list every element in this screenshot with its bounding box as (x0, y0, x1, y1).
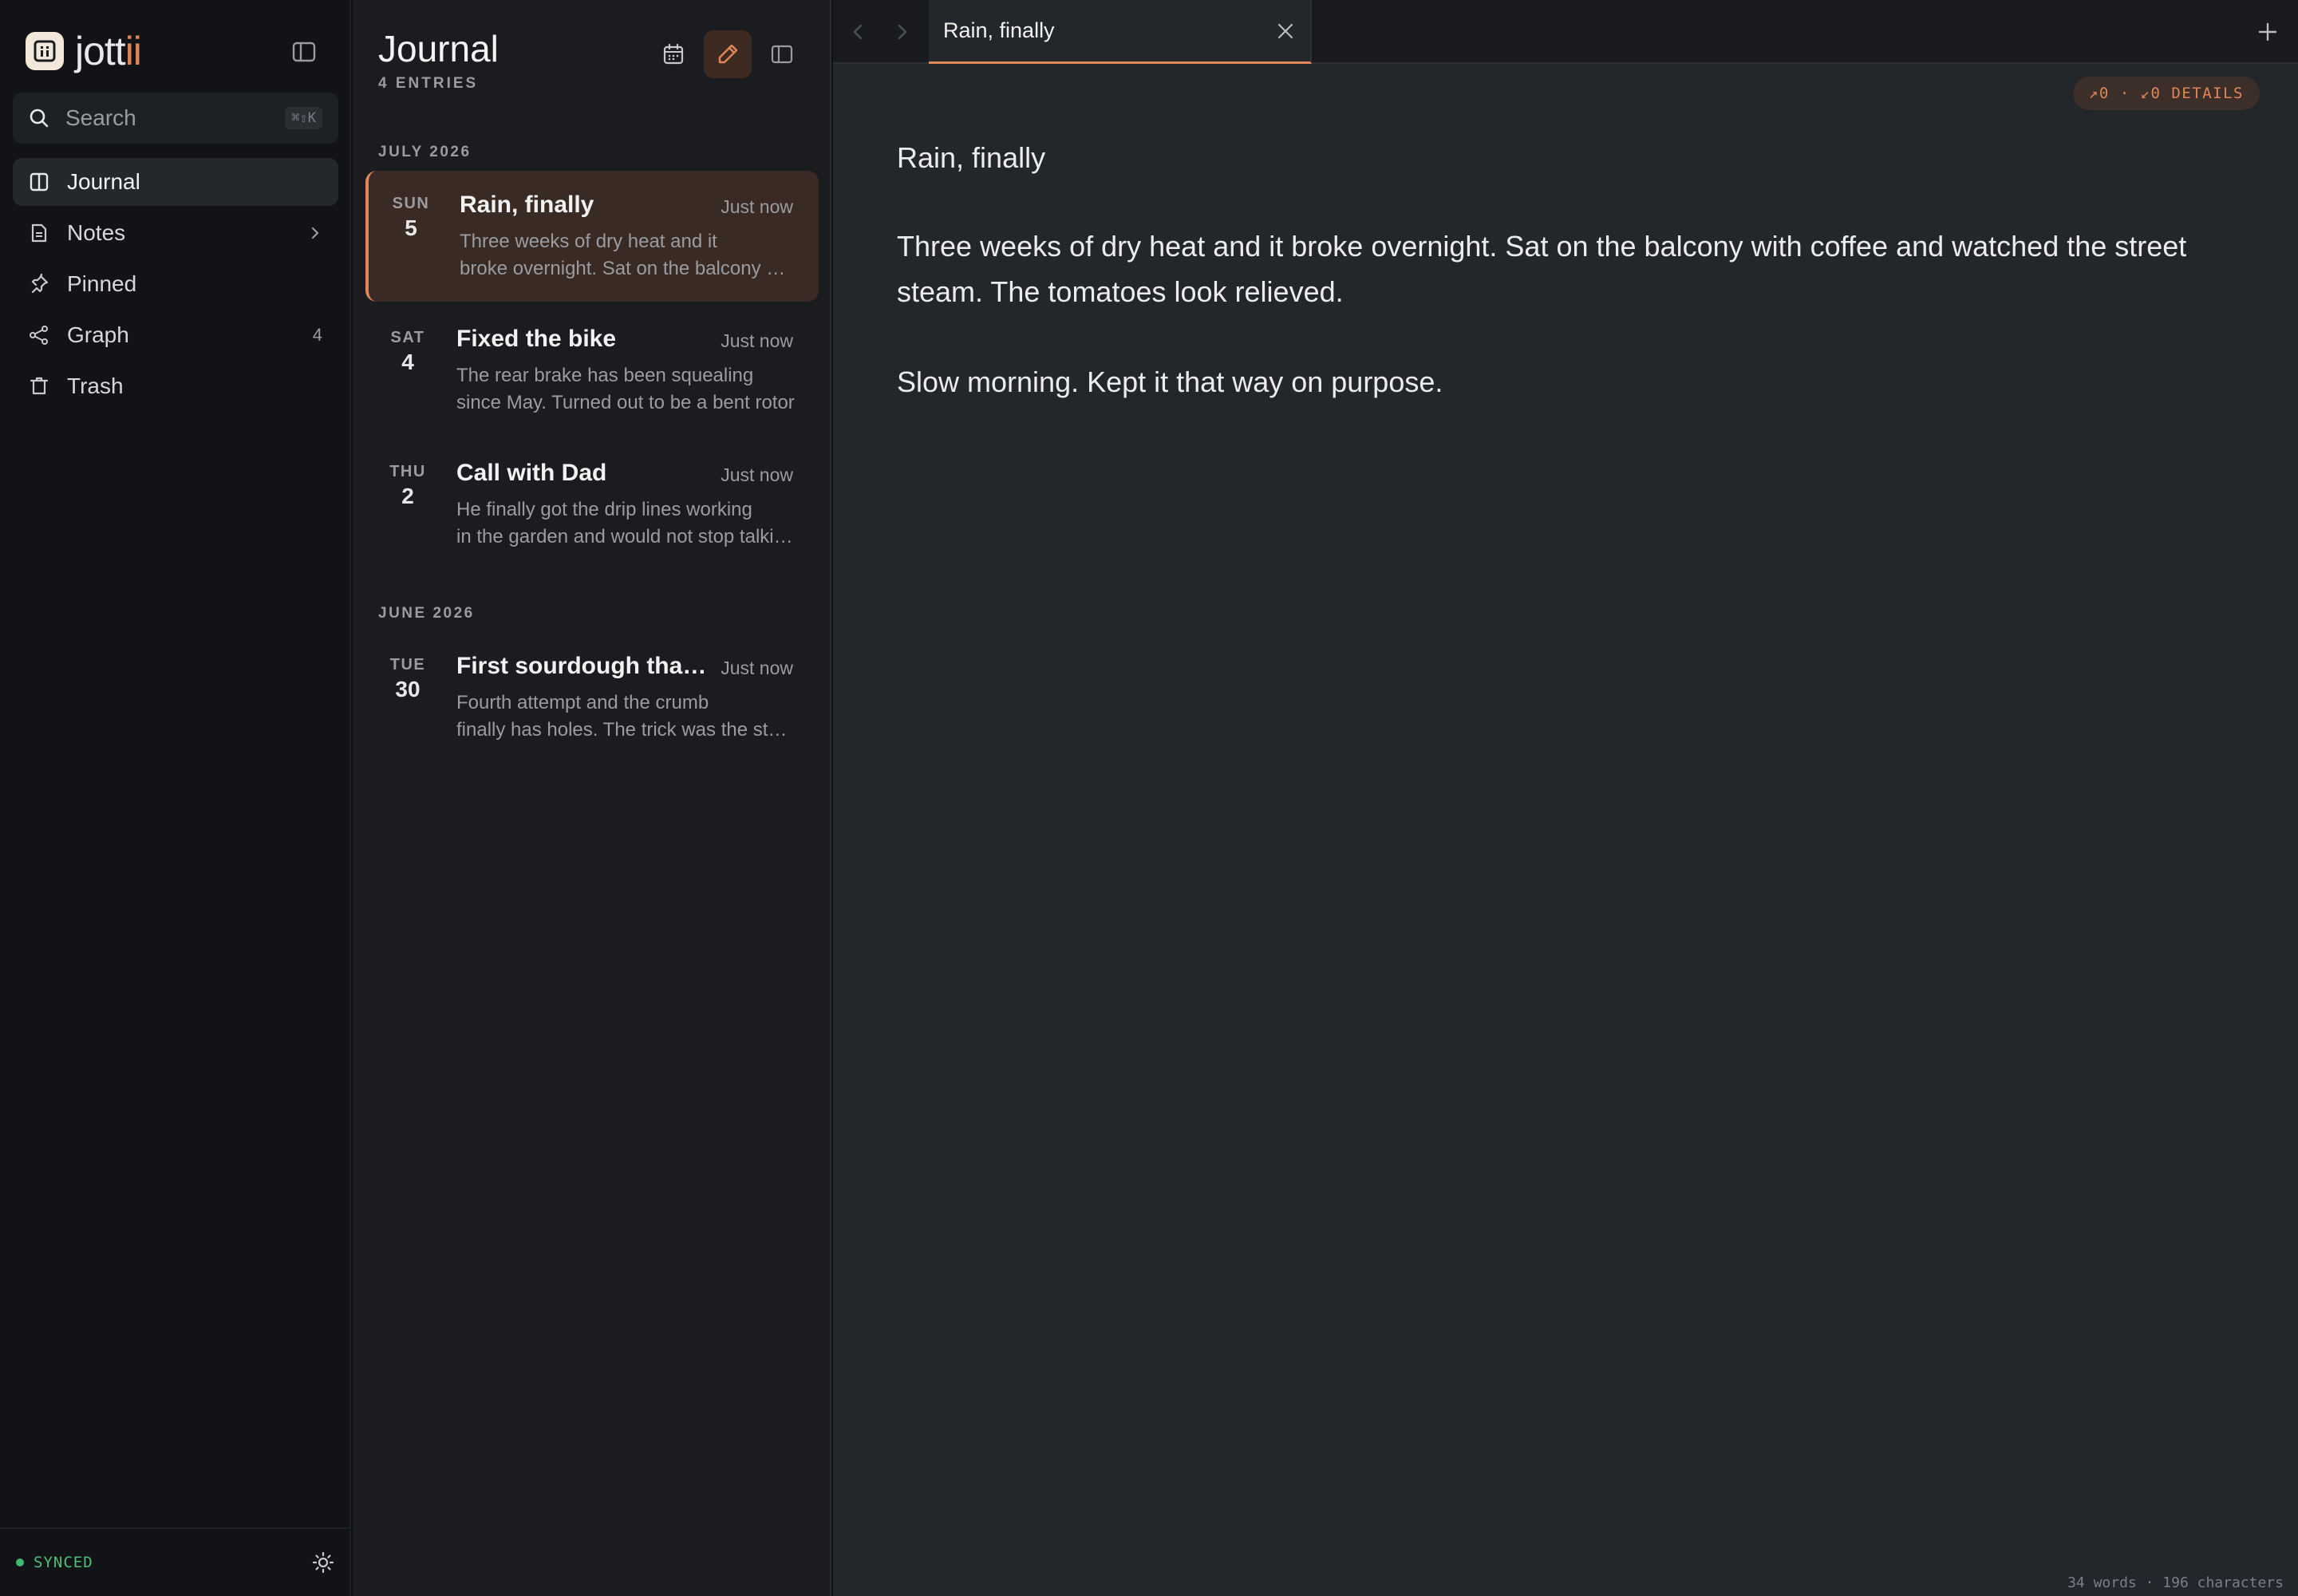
sidebar-footer: SYNCED (0, 1527, 351, 1596)
theme-toggle-sun-icon[interactable] (311, 1551, 335, 1574)
entry-title: Rain, finally (460, 192, 594, 218)
tab-rain-finally[interactable]: Rain, finally (929, 0, 1312, 64)
entry-count: 4 ENTRIES (378, 75, 479, 92)
sidebar-item-graph[interactable]: Graph 4 (13, 311, 338, 359)
entry-weekday: SAT (390, 329, 425, 346)
editor-pane: Rain, finally ↗0 · ↙0 DETAILS Rain, fina… (833, 0, 2298, 1596)
entry-time: Just now (721, 464, 793, 485)
entry-day: 4 (401, 350, 414, 374)
tab-bar: Rain, finally (833, 0, 2298, 64)
list-item[interactable]: SAT 4 Fixed the bike Just now The rear b… (365, 305, 819, 436)
entry-time: Just now (721, 196, 793, 217)
sidebar-item-label: Pinned (67, 271, 137, 296)
entry-preview: Three weeks of dry heat and it broke ove… (460, 231, 798, 279)
entry-title: First sourdough that worked (456, 653, 712, 679)
entry-preview: He finally got the drip lines working in… (456, 499, 795, 547)
entry-list-panel: Journal 4 ENTRIES JULY 2026 SUN 5 Rain, … (353, 0, 831, 1596)
chevron-right-icon[interactable] (308, 226, 322, 240)
list-item[interactable]: TUE 30 First sourdough that worked Just … (365, 632, 819, 763)
pencil-icon (715, 41, 740, 67)
sidebar-toggle-icon[interactable] (289, 40, 319, 64)
list-item[interactable]: THU 2 Call with Dad Just now He finally … (365, 439, 819, 570)
search-icon (29, 108, 49, 128)
calendar-button[interactable] (650, 30, 697, 78)
document-paragraph[interactable]: Slow morning. Kept it that way on purpos… (897, 359, 2205, 405)
sidebar-item-notes[interactable]: Notes (13, 209, 338, 257)
list-item[interactable]: SUN 5 Rain, finally Just now Three weeks… (365, 171, 819, 302)
back-arrow-icon[interactable] (846, 19, 871, 45)
forward-arrow-icon[interactable] (889, 19, 914, 45)
page-title: Journal (378, 28, 499, 69)
close-icon[interactable] (1275, 21, 1296, 41)
entry-weekday: THU (389, 463, 426, 480)
panel-toggle-button[interactable] (758, 30, 806, 78)
month-header: JUNE 2026 (378, 605, 475, 622)
entry-title: Fixed the bike (456, 326, 617, 352)
entry-day: 5 (405, 215, 417, 240)
sync-status: SYNCED (34, 1554, 93, 1571)
search-input[interactable]: Search ⌘⇧K (13, 93, 338, 144)
sidebar-item-label: Notes (67, 220, 126, 245)
new-tab-plus-icon[interactable] (2253, 18, 2282, 46)
search-placeholder: Search (65, 105, 136, 130)
sidebar: jottii Search ⌘⇧K Journal Notes Pinned G… (0, 0, 351, 1596)
links-badge-label: ↗0 · ↙0 DETAILS (2088, 85, 2244, 102)
sidebar-item-pinned[interactable]: Pinned (13, 260, 338, 308)
logo-icon (26, 32, 64, 70)
search-shortcut: ⌘⇧K (285, 107, 322, 129)
new-entry-button[interactable] (704, 30, 752, 78)
trash-icon (29, 376, 49, 397)
month-header: JULY 2026 (378, 144, 472, 160)
journal-icon (29, 172, 49, 192)
sync-status-dot (16, 1558, 24, 1566)
app-logo[interactable]: jottii (26, 29, 142, 73)
sidebar-item-label: Journal (67, 169, 140, 194)
entry-day: 2 (401, 484, 414, 508)
graph-count-badge: 4 (312, 325, 322, 345)
entry-time: Just now (721, 658, 793, 678)
entry-weekday: TUE (389, 656, 426, 674)
pin-icon (29, 274, 49, 294)
backlinks-details-button[interactable]: ↗0 · ↙0 DETAILS (2072, 77, 2260, 110)
sidebar-item-label: Graph (67, 322, 129, 347)
tab-label: Rain, finally (943, 18, 1055, 42)
graph-icon (29, 325, 49, 346)
sidebar-item-journal[interactable]: Journal (13, 158, 338, 206)
sidebar-nav: Journal Notes Pinned Graph 4 Trash (13, 158, 338, 413)
entry-time: Just now (721, 330, 793, 351)
word-count-status: 34 words · 196 characters (2067, 1574, 2284, 1591)
sidebar-item-trash[interactable]: Trash (13, 362, 338, 410)
entry-weekday: SUN (392, 195, 430, 212)
document-title[interactable]: Rain, finally (897, 134, 2205, 182)
calendar-icon (661, 42, 685, 66)
app-name: jottii (75, 29, 142, 73)
notes-icon (29, 223, 49, 243)
entry-day: 30 (395, 677, 421, 701)
sidebar-item-label: Trash (67, 373, 124, 398)
entry-preview: Fourth attempt and the crumb finally has… (456, 692, 795, 741)
document-paragraph[interactable]: Three weeks of dry heat and it broke ove… (897, 223, 2205, 314)
document-body[interactable]: Rain, finally Three weeks of dry heat an… (897, 134, 2205, 449)
entry-preview: The rear brake has been squealing since … (456, 365, 795, 413)
entry-title: Call with Dad (456, 460, 607, 486)
panel-icon (770, 42, 794, 66)
